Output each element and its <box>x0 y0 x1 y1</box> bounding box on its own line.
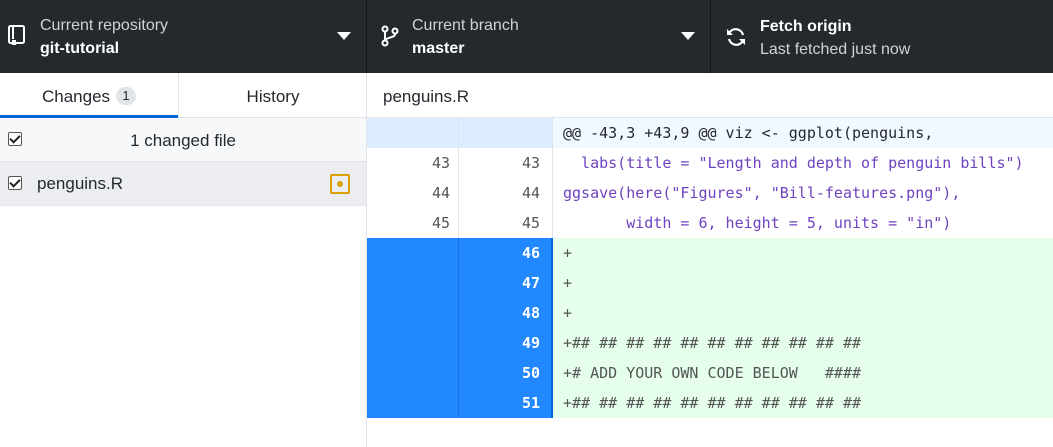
old-line-number <box>367 118 459 148</box>
diff-code: + <box>553 268 1053 298</box>
chevron-down-icon <box>337 32 351 40</box>
diff-line: 44 44 ggsave(here("Figures", "Bill-featu… <box>367 178 1053 208</box>
diff-line: 45 45 width = 6, height = 5, units = "in… <box>367 208 1053 238</box>
new-line-number[interactable]: 47 <box>459 268 556 298</box>
old-line-number[interactable] <box>367 268 459 298</box>
changes-sidebar: Changes 1 History 1 changed file penguins… <box>0 73 367 447</box>
tab-history[interactable]: History <box>179 73 367 117</box>
repository-name: git-tutorial <box>40 40 120 57</box>
fetch-origin-label: Fetch origin <box>760 18 852 35</box>
diff-added-line[interactable]: 51 +## ## ## ## ## ## ## ## ## ## ## <box>367 388 1053 418</box>
old-line-number: 44 <box>367 178 459 208</box>
modified-status-icon <box>330 174 350 194</box>
file-name: penguins.R <box>37 174 124 193</box>
tab-history-label: History <box>246 87 300 106</box>
fetch-origin-button[interactable]: Fetch origin Last fetched just now <box>711 0 1053 73</box>
diff-code: + <box>553 238 1053 268</box>
tab-changes-label: Changes <box>41 87 111 106</box>
new-line-number[interactable]: 50 <box>459 358 556 388</box>
sync-icon <box>727 28 745 46</box>
chevron-down-icon <box>681 32 695 40</box>
diff-code: + <box>553 298 1053 328</box>
file-include-checkbox[interactable] <box>8 176 22 190</box>
repo-icon <box>8 25 25 45</box>
new-line-number[interactable]: 49 <box>459 328 556 358</box>
old-line-number[interactable] <box>367 388 459 418</box>
diff-added-line[interactable]: 50 +# ADD YOUR OWN CODE BELOW #### <box>367 358 1053 388</box>
diff-added-line[interactable]: 48 + <box>367 298 1053 328</box>
hunk-header-row: @@ -43,3 +43,9 @@ viz <- ggplot(penguins… <box>367 118 1053 148</box>
diff-added-line[interactable]: 47 + <box>367 268 1053 298</box>
diff-line: 43 43 labs(title = "Length and depth of … <box>367 148 1053 178</box>
tab-changes[interactable]: Changes 1 <box>0 73 179 118</box>
diff-file-name: penguins.R <box>383 87 470 106</box>
file-list-item[interactable]: penguins.R <box>0 162 366 206</box>
changes-count-badge: 1 <box>116 87 137 105</box>
toolbar: Current repository git-tutorial Current … <box>0 0 1053 73</box>
old-line-number[interactable] <box>367 358 459 388</box>
old-line-number: 43 <box>367 148 459 178</box>
current-branch-button[interactable]: Current branch master <box>367 0 711 73</box>
new-line-number: 44 <box>459 178 553 208</box>
repository-label: Current repository <box>40 17 169 34</box>
diff-header: penguins.R <box>367 73 1053 118</box>
new-line-number: 43 <box>459 148 553 178</box>
old-line-number[interactable] <box>367 298 459 328</box>
new-line-number: 45 <box>459 208 553 238</box>
new-line-number[interactable]: 51 <box>459 388 556 418</box>
new-line-number[interactable]: 46 <box>459 238 556 268</box>
diff-code: +## ## ## ## ## ## ## ## ## ## ## <box>553 328 1053 358</box>
diff-added-line[interactable]: 49 +## ## ## ## ## ## ## ## ## ## ## <box>367 328 1053 358</box>
diff-code: +## ## ## ## ## ## ## ## ## ## ## <box>553 388 1053 418</box>
hunk-header: @@ -43,3 +43,9 @@ viz <- ggplot(penguins… <box>553 118 1053 148</box>
old-line-number[interactable] <box>367 328 459 358</box>
branch-icon <box>381 25 399 47</box>
new-line-number <box>459 118 553 148</box>
old-line-number: 45 <box>367 208 459 238</box>
diff-code: width = 6, height = 5, units = "in") <box>553 208 1053 238</box>
branch-name: master <box>412 40 465 57</box>
diff-view: penguins.R @@ -43,3 +43,9 @@ viz <- ggpl… <box>367 73 1053 447</box>
sidebar-tabs: Changes 1 History <box>0 73 367 118</box>
new-line-number[interactable]: 48 <box>459 298 556 328</box>
diff-code: ggsave(here("Figures", "Bill-features.pn… <box>553 178 1053 208</box>
current-repository-button[interactable]: Current repository git-tutorial <box>0 0 367 73</box>
diff-code: labs(title = "Length and depth of pengui… <box>553 148 1053 178</box>
fetch-status: Last fetched just now <box>760 41 911 58</box>
branch-label: Current branch <box>412 17 519 34</box>
diff-added-line[interactable]: 46 + <box>367 238 1053 268</box>
diff-code: +# ADD YOUR OWN CODE BELOW #### <box>553 358 1053 388</box>
changed-files-count: 1 changed file <box>130 131 236 150</box>
old-line-number[interactable] <box>367 238 459 268</box>
changed-files-header: 1 changed file <box>0 118 366 162</box>
